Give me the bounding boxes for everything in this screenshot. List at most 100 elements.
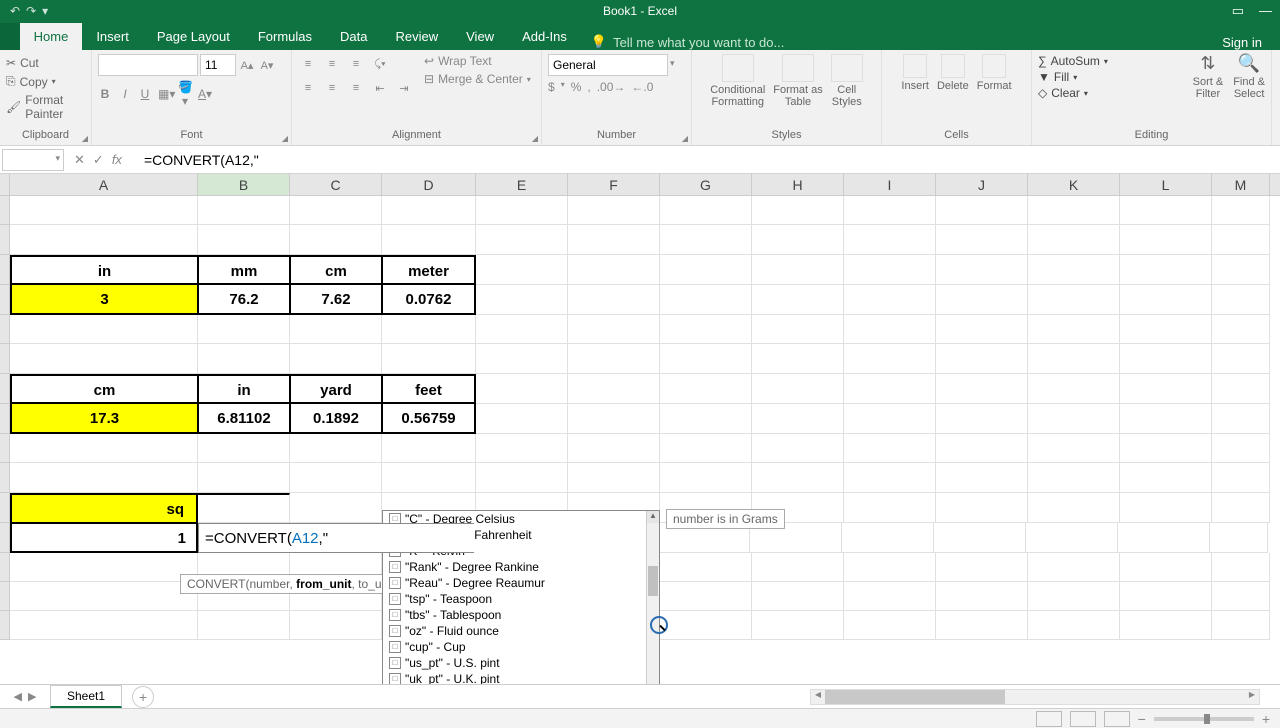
col-header-g[interactable]: G: [660, 174, 752, 195]
tab-addins[interactable]: Add-Ins: [508, 23, 581, 50]
page-layout-view-icon[interactable]: [1070, 711, 1096, 727]
find-select-button[interactable]: 🔍Find & Select: [1233, 54, 1265, 100]
comma-button[interactable]: ,: [587, 80, 590, 94]
t1-data-cm[interactable]: 7.62: [290, 285, 382, 315]
unit-option-cup[interactable]: □"cup" - Cup: [383, 639, 659, 655]
tab-home[interactable]: Home: [20, 23, 83, 50]
page-break-view-icon[interactable]: [1104, 711, 1130, 727]
minimize-icon[interactable]: —: [1259, 3, 1272, 19]
number-format-input[interactable]: [548, 54, 668, 76]
percent-button[interactable]: %: [571, 80, 582, 94]
cell-styles-button[interactable]: Cell Styles: [831, 54, 863, 108]
clipboard-launcher-icon[interactable]: ◢: [82, 134, 88, 143]
unit-option-rankine[interactable]: □"Rank" - Degree Rankine: [383, 559, 659, 575]
t1-head-in[interactable]: in: [10, 255, 198, 285]
t2-head-cm[interactable]: cm: [10, 374, 198, 404]
unit-option-tsp[interactable]: □"tsp" - Teaspoon: [383, 591, 659, 607]
font-launcher-icon[interactable]: ◢: [282, 134, 288, 143]
fx-icon[interactable]: fx: [112, 152, 122, 167]
t1-data-in[interactable]: 3: [10, 285, 198, 315]
tab-file[interactable]: [0, 23, 20, 50]
format-as-table-button[interactable]: Format as Table: [773, 54, 823, 108]
tab-data[interactable]: Data: [326, 23, 381, 50]
t2-head-feet[interactable]: feet: [382, 374, 476, 404]
sort-filter-button[interactable]: ⇅Sort & Filter: [1193, 54, 1224, 100]
formula-input[interactable]: =CONVERT(A12,": [140, 152, 1280, 168]
zoom-out-icon[interactable]: −: [1138, 711, 1146, 727]
delete-cells-button[interactable]: Delete: [937, 54, 969, 92]
select-all-corner[interactable]: [0, 174, 10, 195]
align-bottom-icon[interactable]: ≡: [346, 54, 366, 74]
cut-button[interactable]: ✂Cut: [6, 54, 85, 72]
tab-page-layout[interactable]: Page Layout: [143, 23, 244, 50]
horizontal-scrollbar[interactable]: ◀▶: [810, 689, 1260, 705]
normal-view-icon[interactable]: [1036, 711, 1062, 727]
increase-decimal-button[interactable]: .00→: [597, 80, 626, 94]
orientation-icon[interactable]: ⤹▾: [370, 54, 390, 74]
number-launcher-icon[interactable]: ◢: [682, 134, 688, 143]
scroll-up-icon[interactable]: ▲: [647, 511, 659, 523]
col-header-m[interactable]: M: [1212, 174, 1270, 195]
conditional-formatting-button[interactable]: Conditional Formatting: [710, 54, 765, 108]
align-middle-icon[interactable]: ≡: [322, 54, 342, 74]
sheet-tab-1[interactable]: Sheet1: [50, 685, 122, 708]
sign-in-link[interactable]: Sign in: [1222, 35, 1262, 50]
scroll-thumb[interactable]: [648, 566, 658, 596]
undo-icon[interactable]: ↶: [10, 4, 20, 18]
underline-button[interactable]: U: [138, 87, 152, 101]
t1-head-cm[interactable]: cm: [290, 255, 382, 285]
font-size-input[interactable]: [200, 54, 236, 76]
t2-data-in[interactable]: 6.81102: [198, 404, 290, 434]
t1-data-mm[interactable]: 76.2: [198, 285, 290, 315]
grow-font-button[interactable]: A▴: [238, 54, 256, 76]
unit-option-reaumur[interactable]: □"Reau" - Degree Reaumur: [383, 575, 659, 591]
col-header-k[interactable]: K: [1028, 174, 1120, 195]
alignment-launcher-icon[interactable]: ◢: [532, 134, 538, 143]
dropdown-scrollbar[interactable]: ▲ ▼: [646, 511, 659, 707]
sheet-nav[interactable]: ◀▶: [0, 690, 50, 703]
unit-option-tbs[interactable]: □"tbs" - Tablespoon: [383, 607, 659, 623]
autosum-button[interactable]: ∑AutoSum▾: [1038, 54, 1108, 68]
tab-review[interactable]: Review: [382, 23, 453, 50]
col-header-f[interactable]: F: [568, 174, 660, 195]
align-right-icon[interactable]: ≡: [346, 78, 366, 98]
qat-dropdown-icon[interactable]: ▾: [42, 4, 48, 18]
clear-button[interactable]: ◇Clear▾: [1038, 86, 1108, 100]
unit-option-oz[interactable]: □"oz" - Fluid ounce: [383, 623, 659, 639]
font-color-button[interactable]: A▾: [198, 87, 212, 101]
decrease-decimal-button[interactable]: ←.0: [631, 80, 653, 94]
increase-indent-icon[interactable]: ⇥: [394, 78, 414, 98]
merge-center-button[interactable]: ⊟Merge & Center▾: [424, 72, 531, 86]
t1-head-mm[interactable]: mm: [198, 255, 290, 285]
t2-head-in[interactable]: in: [198, 374, 290, 404]
tab-insert[interactable]: Insert: [82, 23, 143, 50]
accept-formula-icon[interactable]: ✓: [93, 152, 104, 168]
cancel-formula-icon[interactable]: ✕: [74, 152, 85, 168]
border-button[interactable]: ▦▾: [158, 87, 172, 101]
col-header-d[interactable]: D: [382, 174, 476, 195]
redo-icon[interactable]: ↷: [26, 4, 36, 18]
col-header-h[interactable]: H: [752, 174, 844, 195]
zoom-in-icon[interactable]: +: [1262, 711, 1270, 727]
font-name-input[interactable]: [98, 54, 198, 76]
t3-head-sq[interactable]: sq: [10, 493, 198, 523]
t3-data-1[interactable]: 1: [10, 523, 198, 553]
active-editing-cell[interactable]: =CONVERT(A12,": [198, 523, 474, 553]
add-sheet-button[interactable]: +: [132, 686, 154, 708]
t2-data-feet[interactable]: 0.56759: [382, 404, 476, 434]
col-header-j[interactable]: J: [936, 174, 1028, 195]
bold-button[interactable]: B: [98, 87, 112, 101]
t1-head-meter[interactable]: meter: [382, 255, 476, 285]
ribbon-display-icon[interactable]: ▭: [1232, 3, 1244, 19]
shrink-font-button[interactable]: A▾: [258, 54, 276, 76]
align-top-icon[interactable]: ≡: [298, 54, 318, 74]
decrease-indent-icon[interactable]: ⇤: [370, 78, 390, 98]
format-cells-button[interactable]: Format: [977, 54, 1012, 92]
unit-option-uspt[interactable]: □"us_pt" - U.S. pint: [383, 655, 659, 671]
italic-button[interactable]: I: [118, 87, 132, 101]
col-header-c[interactable]: C: [290, 174, 382, 195]
tab-view[interactable]: View: [452, 23, 508, 50]
tab-formulas[interactable]: Formulas: [244, 23, 326, 50]
name-box[interactable]: [2, 149, 64, 171]
fill-color-button[interactable]: 🪣▾: [178, 80, 192, 108]
